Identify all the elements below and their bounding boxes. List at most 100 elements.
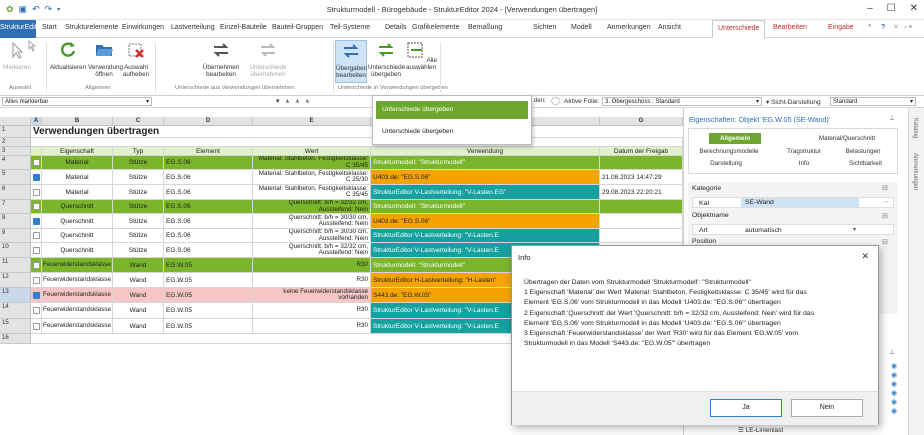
tab-belastungen[interactable]: Belastungen [838,148,888,155]
corner-cell[interactable] [0,117,31,126]
wert-cell[interactable]: Querschnitt: b/h = 32/32 cm, Aussteifend… [253,243,371,258]
verwendung-cell[interactable]: Strukturmodell: "Strukturmodell" [371,156,600,170]
auswahl-aufheben-button[interactable]: Auswahl aufheben [121,40,151,78]
collapse-icon[interactable]: ⊟ [882,184,888,192]
chevron-down-icon[interactable]: ▾ [853,226,856,233]
row-header[interactable]: 9 [0,229,31,243]
typ-cell[interactable]: Stütze [113,200,164,214]
tab-info[interactable]: Info [779,160,829,167]
unterschiede-uebergeben-button[interactable]: Unterschiede übergeben [368,40,405,78]
datum-cell[interactable] [600,156,683,170]
tab-grafikelemente[interactable]: Grafikelemente [412,24,459,31]
markieren-mode-button[interactable] [26,39,40,54]
checkbox-cell[interactable] [31,288,42,303]
collapse-icon[interactable]: ⊟ [882,238,888,246]
wert-cell[interactable]: Querschnitt: b/h = 30/30 cm, Aussteifend… [253,214,371,229]
row-checkbox[interactable] [32,173,40,181]
eigenschaft-cell[interactable]: Querschnitt [42,200,113,214]
typ-cell[interactable]: Stütze [113,170,164,185]
row-checkbox[interactable] [32,159,40,166]
pin-icon[interactable]: ⊥ [889,348,895,356]
nein-button[interactable]: Nein [791,399,863,417]
element-cell[interactable]: EG.S.06 [164,243,253,258]
row-header[interactable]: 7 [0,200,31,214]
tab-material-querschnitt[interactable]: Material/Querschnitt [802,135,892,142]
sicht-darstellung-select[interactable]: Standard ▾ [830,97,916,106]
tab-unterschiede[interactable]: Unterschiede [712,20,766,39]
typ-cell[interactable]: Stütze [113,214,164,229]
row-header[interactable]: 2 [0,138,31,147]
col-header-a[interactable]: A [31,117,42,126]
tab-sichtbarkeit[interactable]: Sichtbarkeit [838,160,893,167]
tab-tragstruktur[interactable]: Tragstruktur [779,148,829,155]
wert-cell[interactable]: Material: Stahlbeton, Festigkeitsklasse:… [253,170,371,185]
typ-cell[interactable]: Wand [113,273,164,288]
tab-berechnungsmodelle[interactable]: Berechnungsmodelle [692,148,766,155]
tab-strukturelemente[interactable]: Strukturelemente [65,24,118,31]
row-header[interactable]: 3 [0,147,31,156]
verwendung-cell[interactable]: U403.de: "EG.S.06" [371,214,600,229]
element-cell[interactable]: EG.S.06 [164,229,253,243]
eigenschaft-cell[interactable]: Querschnitt [42,243,113,258]
collapse-icon[interactable]: ⊟ [882,212,888,220]
row-checkbox[interactable] [32,322,40,330]
row-header[interactable]: 11 [0,258,31,273]
eye-icon[interactable]: ◉ ◉ ◉ ◉ ◉ ◉ [891,362,903,416]
checkbox-cell[interactable] [31,273,42,288]
col-header-e[interactable]: E [253,117,371,126]
row-header[interactable]: 1 [0,126,31,138]
row-checkbox[interactable] [32,261,40,269]
window-restore-icon[interactable]: ▫ × [904,24,913,31]
tab-modell[interactable]: Modell [571,24,592,31]
element-cell[interactable]: EG.W.05 [164,288,253,303]
close-icon[interactable]: ✕ [910,3,918,14]
tab-lastverteilung[interactable]: Lastverteilung [171,24,215,31]
row-header[interactable]: 14 [0,303,31,319]
art-value[interactable]: automatisch [745,227,782,234]
eigenschaft-cell[interactable]: Material [42,185,113,200]
alle-auswaehlen-button[interactable]: Alle auswählen [405,40,437,71]
typ-cell[interactable]: Stütze [113,185,164,200]
element-cell[interactable]: EG.W.05 [164,303,253,319]
checkbox-cell[interactable] [31,229,42,243]
row-header[interactable]: 12 [0,273,31,288]
verwendung-oeffnen-button[interactable]: Verwendung öffnen [88,40,123,78]
eigenschaft-cell[interactable]: Feuerwiderstandsklasse [42,303,113,319]
row-header[interactable]: 15 [0,319,31,334]
tab-einwirkungen[interactable]: Einwirkungen [122,24,164,31]
checkbox-cell[interactable] [31,200,42,214]
row-checkbox[interactable] [32,232,40,239]
datum-cell[interactable] [600,229,683,243]
ja-button[interactable]: Ja [710,399,782,417]
checkbox-cell[interactable] [31,303,42,319]
eigenschaft-cell[interactable]: Feuerwiderstandsklasse [42,258,113,273]
row-checkbox[interactable] [32,291,40,299]
element-cell[interactable]: EG.W.05 [164,319,253,334]
typ-cell[interactable]: Wand [113,319,164,334]
kat-value[interactable]: SE-Wand [741,198,859,207]
tab-start[interactable]: Start [42,24,57,31]
tab-bauteil-gruppen[interactable]: Bauteil-Gruppen [272,24,323,31]
row-header[interactable]: 8 [0,214,31,229]
col-header-d[interactable]: D [164,117,253,126]
typ-cell[interactable]: Wand [113,258,164,273]
menu-item-unterschiede-uebergeben-2[interactable]: Unterschiede übergeben [376,123,528,141]
wert-cell[interactable]: Material: Stahlbeton, Festigkeitsklasse:… [253,185,371,200]
checkbox-cell[interactable] [31,258,42,273]
menu-item-unterschiede-uebergeben[interactable]: Unterschiede übergeben [376,101,528,119]
uebergaben-bearbeiten-button[interactable]: Übergaben bearbeiten [335,40,367,83]
eigenschaft-cell[interactable]: Feuerwiderstandsklasse [42,273,113,288]
verwendung-cell[interactable]: Strukturmodell: "Strukturmodell" [371,200,600,214]
typ-cell[interactable]: Stütze [113,156,164,170]
datum-cell[interactable]: 29.08.2023 22:20:21 [600,185,683,200]
wert-cell[interactable]: Material: Stahlbeton, Festigkeitsklasse:… [253,156,371,170]
filter-icons[interactable]: ▾ ⩚ ⩚ ⩚ [276,97,311,106]
wert-cell[interactable]: R30 [253,258,371,273]
aktive-folie-select[interactable]: 3. Obergeschoss : Standard ▾ [602,97,762,106]
tab-anmerkungen[interactable]: Anmerkungen [607,24,651,31]
wert-cell[interactable]: R30 [253,273,371,288]
col-header-b[interactable]: B [42,117,113,126]
row-header[interactable]: 6 [0,185,31,200]
element-cell[interactable]: EG.S.06 [164,156,253,170]
element-cell[interactable]: EG.S.06 [164,170,253,185]
